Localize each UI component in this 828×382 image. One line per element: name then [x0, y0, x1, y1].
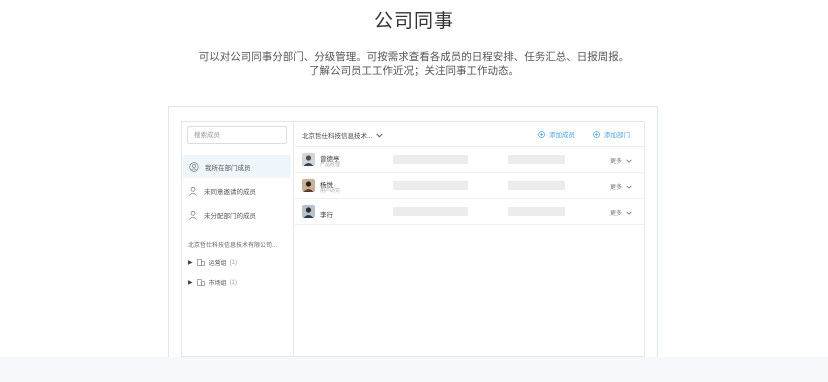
member-panel: 北京哲仕科技信息技术... 添加成员 添加部门 曾德亭 产品经理 更多 杨悦 用…	[295, 122, 645, 356]
building-icon	[196, 259, 205, 266]
department-item[interactable]: ▶ 市场组 (1)	[188, 278, 237, 287]
member-role: 用户研究	[320, 188, 341, 194]
avatar	[302, 205, 315, 218]
member-name: 李行	[320, 212, 333, 219]
department-name: 运营组	[208, 261, 227, 267]
user-icon	[189, 210, 197, 220]
sidebar-item-label: 未同意邀请的成员	[204, 188, 256, 196]
task-placeholder	[508, 155, 565, 164]
sidebar-item-pending-invites[interactable]: 未同意邀请的成员	[182, 179, 293, 202]
sidebar: 我所在部门成员 未同意邀请的成员 未分配部门的成员 北京哲仕科技信息技术有限公司…	[182, 122, 294, 356]
caret-right-icon[interactable]: ▶	[188, 279, 193, 286]
member-role: 产品经理	[320, 162, 341, 168]
caret-right-icon[interactable]: ▶	[188, 259, 193, 266]
task-placeholder	[508, 207, 565, 216]
page-title: 公司同事	[373, 11, 454, 32]
more-menu[interactable]: 更多	[610, 208, 632, 217]
avatar	[302, 179, 315, 192]
org-selector[interactable]: 北京哲仕科技信息技术...	[302, 130, 383, 140]
org-name-label: 北京哲仕科技信息技术...	[302, 133, 373, 140]
user-icon	[189, 186, 197, 196]
member-row[interactable]: 李行 更多	[295, 199, 645, 225]
page: 公司同事 可以对公司同事分部门、分级管理。可按需求查看各成员的日程安排、任务汇总…	[0, 0, 828, 382]
member-row[interactable]: 曾德亭 产品经理 更多	[295, 147, 645, 173]
schedule-placeholder	[393, 155, 468, 164]
app-window: 我所在部门成员 未同意邀请的成员 未分配部门的成员 北京哲仕科技信息技术有限公司…	[181, 121, 645, 357]
add-department-label: 添加部门	[604, 132, 630, 139]
add-member-button[interactable]: 添加成员	[538, 129, 575, 139]
more-menu[interactable]: 更多	[610, 182, 632, 191]
more-menu[interactable]: 更多	[610, 156, 632, 165]
user-circle-icon	[189, 161, 199, 172]
sidebar-item-label: 未分配部门的成员	[204, 212, 256, 220]
add-member-label: 添加成员	[549, 132, 575, 139]
add-department-button[interactable]: 添加部门	[593, 129, 630, 139]
search-input[interactable]	[187, 126, 287, 144]
page-description: 可以对公司同事分部门、分级管理。可按需求查看各成员的日程安排、任务汇总、日报周报…	[198, 51, 630, 77]
chevron-down-icon	[626, 211, 632, 215]
department-item[interactable]: ▶ 运营组 (1)	[188, 258, 237, 267]
avatar	[302, 153, 315, 166]
footer-band	[0, 357, 828, 382]
department-count: (1)	[229, 259, 237, 266]
sidebar-item-my-department[interactable]: 我所在部门成员	[183, 155, 291, 178]
schedule-placeholder	[393, 181, 468, 190]
chevron-down-icon	[376, 133, 383, 138]
chevron-down-icon	[626, 185, 632, 189]
plus-circle-icon	[593, 130, 600, 138]
schedule-placeholder	[393, 207, 468, 216]
more-label: 更多	[610, 159, 623, 165]
task-placeholder	[508, 181, 565, 190]
sidebar-item-label: 我所在部门成员	[205, 164, 251, 172]
plus-circle-icon	[538, 130, 545, 138]
building-icon	[196, 279, 205, 286]
more-label: 更多	[610, 211, 623, 217]
sidebar-item-unassigned[interactable]: 未分配部门的成员	[182, 203, 293, 226]
department-name: 市场组	[208, 281, 227, 287]
chevron-down-icon	[626, 159, 632, 163]
member-row[interactable]: 杨悦 用户研究 更多	[295, 173, 645, 199]
department-count: (1)	[229, 279, 237, 286]
member-toolbar: 北京哲仕科技信息技术... 添加成员 添加部门	[295, 122, 645, 147]
more-label: 更多	[610, 185, 623, 191]
company-name[interactable]: 北京哲仕科技信息技术有限公司...	[188, 240, 277, 249]
